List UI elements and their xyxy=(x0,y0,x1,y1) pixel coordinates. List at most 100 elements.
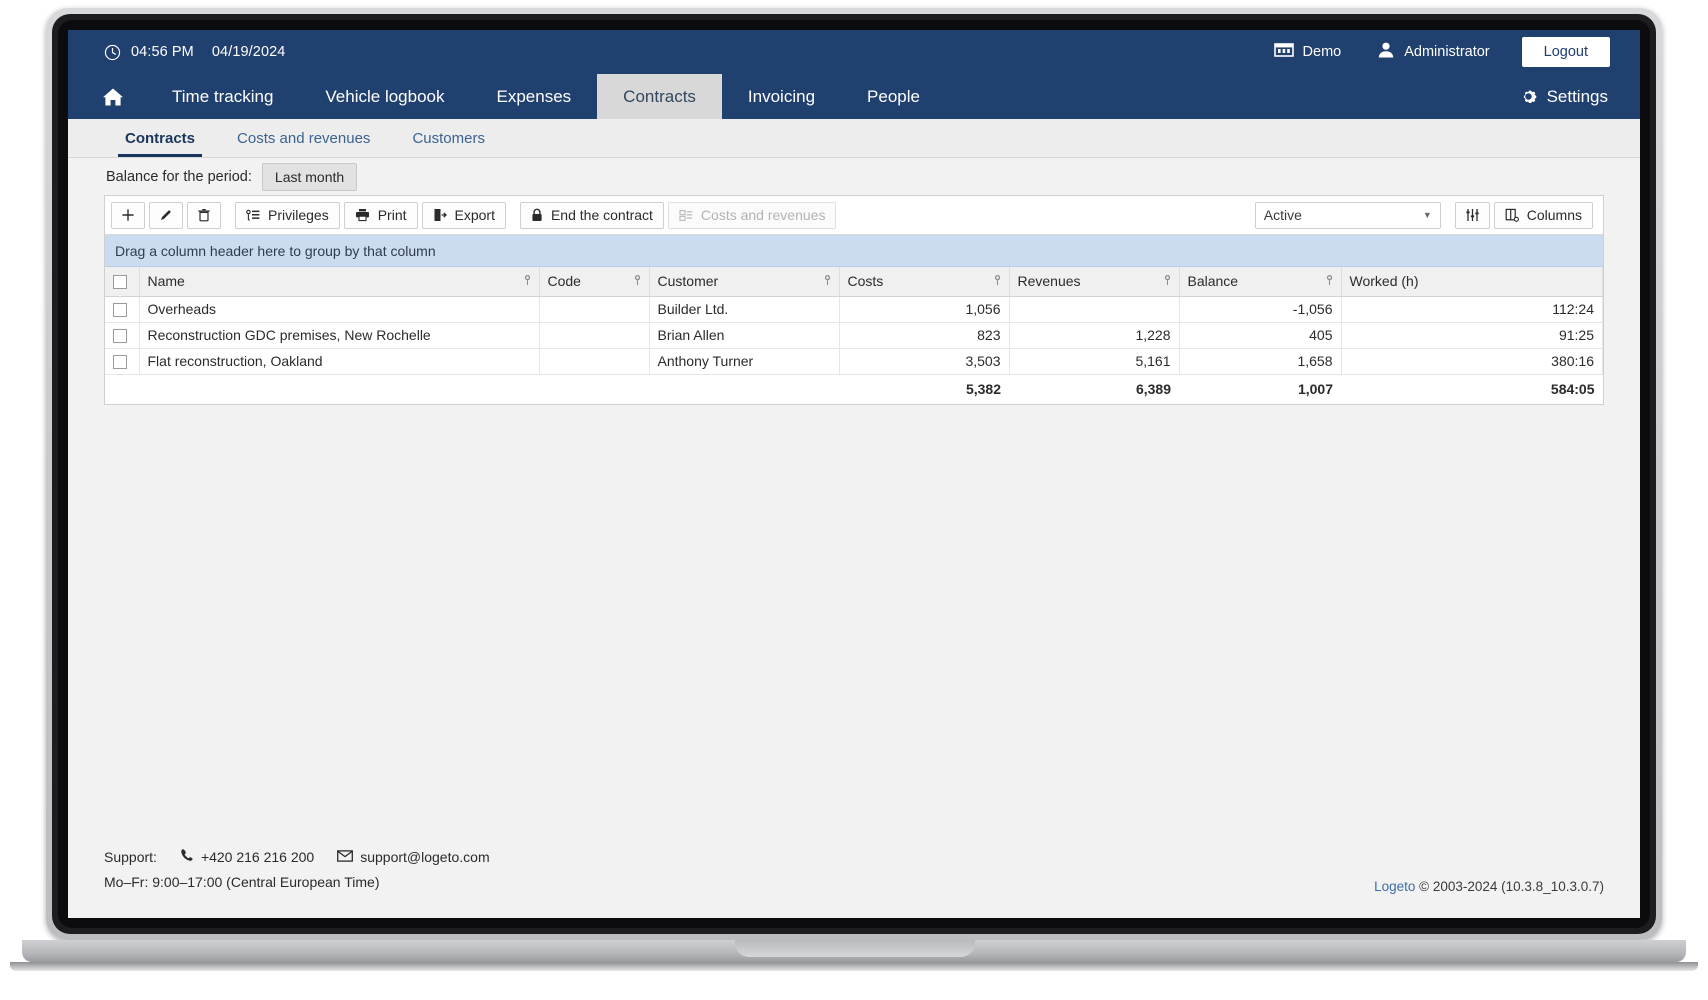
total-code xyxy=(539,374,649,404)
edit-button[interactable] xyxy=(149,202,183,229)
column-header-code[interactable]: Code xyxy=(539,267,649,296)
column-header-costs[interactable]: Costs xyxy=(839,267,1009,296)
laptop-base-shadow xyxy=(10,962,1698,971)
cell-customer: Anthony Turner xyxy=(649,348,839,374)
laptop-base-lip xyxy=(735,940,975,957)
select-all-checkbox[interactable] xyxy=(113,275,127,289)
home-icon xyxy=(102,87,124,107)
brand-link[interactable]: Logeto xyxy=(1374,879,1415,894)
table-body: Overheads Builder Ltd. 1,056 -1,056 112:… xyxy=(105,296,1603,404)
mail-icon xyxy=(337,845,353,870)
cell-balance: 1,658 xyxy=(1179,348,1341,374)
nav-item-settings[interactable]: Settings xyxy=(1519,74,1608,119)
sliders-icon xyxy=(1465,208,1480,222)
user-menu[interactable]: Administrator xyxy=(1359,41,1507,63)
grid-toolbar: Privileges Print xyxy=(105,196,1603,235)
total-worked: 584:05 xyxy=(1341,374,1603,404)
user-name: Administrator xyxy=(1404,44,1489,60)
logout-button[interactable]: Logout xyxy=(1522,37,1610,67)
export-button[interactable]: Export xyxy=(422,202,506,229)
costs-revenues-button: Costs and revenues xyxy=(668,202,837,229)
row-select-cell[interactable] xyxy=(105,322,139,348)
column-header-balance[interactable]: Balance xyxy=(1179,267,1341,296)
support-hours: Mo–Fr: 9:00–17:00 (Central European Time… xyxy=(104,870,490,895)
cell-revenues xyxy=(1009,296,1179,322)
column-header-code-label: Code xyxy=(548,273,581,289)
user-icon xyxy=(1377,41,1395,63)
filter-icon[interactable] xyxy=(992,273,1003,289)
cell-revenues: 1,228 xyxy=(1009,322,1179,348)
nav-item-invoicing[interactable]: Invoicing xyxy=(722,74,841,119)
costs-revenues-icon xyxy=(679,209,693,222)
cell-worked: 380:16 xyxy=(1341,348,1603,374)
column-header-customer[interactable]: Customer xyxy=(649,267,839,296)
column-header-costs-label: Costs xyxy=(848,273,884,289)
clock-icon xyxy=(104,44,121,61)
privileges-button[interactable]: Privileges xyxy=(235,202,340,229)
cell-worked: 112:24 xyxy=(1341,296,1603,322)
print-button[interactable]: Print xyxy=(344,202,418,229)
column-header-worked-label: Worked (h) xyxy=(1350,273,1419,289)
row-checkbox[interactable] xyxy=(113,329,127,343)
nav-item-home[interactable] xyxy=(68,74,146,119)
column-header-revenues[interactable]: Revenues xyxy=(1009,267,1179,296)
filter-icon[interactable] xyxy=(822,273,833,289)
cell-revenues: 5,161 xyxy=(1009,348,1179,374)
contracts-table: Name Code xyxy=(105,267,1603,404)
filter-icon[interactable] xyxy=(1162,273,1173,289)
nav-item-contracts[interactable]: Contracts xyxy=(597,74,722,119)
nav-item-expenses[interactable]: Expenses xyxy=(471,74,598,119)
add-button[interactable] xyxy=(111,202,145,229)
row-select-cell[interactable] xyxy=(105,296,139,322)
row-checkbox[interactable] xyxy=(113,355,127,369)
table-header-row: Name Code xyxy=(105,267,1603,296)
grid-settings-button[interactable] xyxy=(1455,202,1490,229)
column-header-name[interactable]: Name xyxy=(139,267,539,296)
filter-icon[interactable] xyxy=(1324,273,1335,289)
subnav-item-customers[interactable]: Customers xyxy=(391,119,506,157)
column-header-revenues-label: Revenues xyxy=(1018,273,1081,289)
columns-button[interactable]: Columns xyxy=(1494,202,1593,229)
footer-support: Support: +420 216 216 200 xyxy=(104,845,490,894)
content-area: Privileges Print xyxy=(68,195,1640,405)
app-topbar: 04:56 PM 04/19/2024 Demo xyxy=(68,30,1640,74)
delete-button[interactable] xyxy=(187,202,221,229)
phone-icon xyxy=(180,845,194,870)
sub-navigation: Contracts Costs and revenues Customers xyxy=(68,119,1640,158)
footer-contact-row: Support: +420 216 216 200 xyxy=(104,845,490,870)
column-header-worked[interactable]: Worked (h) xyxy=(1341,267,1603,296)
column-header-name-label: Name xyxy=(148,273,185,289)
total-name xyxy=(139,374,539,404)
table-row[interactable]: Reconstruction GDC premises, New Rochell… xyxy=(105,322,1603,348)
end-contract-label: End the contract xyxy=(551,207,653,223)
cell-balance: 405 xyxy=(1179,322,1341,348)
cell-worked: 91:25 xyxy=(1341,322,1603,348)
balance-period-selector[interactable]: Last month xyxy=(262,163,357,191)
nav-item-time-tracking[interactable]: Time tracking xyxy=(146,74,299,119)
group-by-bar[interactable]: Drag a column header here to group by th… xyxy=(105,235,1603,267)
end-contract-button[interactable]: End the contract xyxy=(520,202,664,229)
table-row[interactable]: Overheads Builder Ltd. 1,056 -1,056 112:… xyxy=(105,296,1603,322)
row-checkbox[interactable] xyxy=(113,303,127,317)
support-email[interactable]: support@logeto.com xyxy=(360,845,489,870)
status-filter-value: Active xyxy=(1264,207,1302,223)
company-selector[interactable]: Demo xyxy=(1256,42,1360,62)
settings-label: Settings xyxy=(1547,87,1608,107)
privileges-label: Privileges xyxy=(268,207,329,223)
subnav-item-costs-and-revenues[interactable]: Costs and revenues xyxy=(216,119,391,157)
select-all-header[interactable] xyxy=(105,267,139,296)
nav-item-people[interactable]: People xyxy=(841,74,946,119)
status-filter-select[interactable]: Active ▼ xyxy=(1255,202,1441,229)
row-select-cell[interactable] xyxy=(105,348,139,374)
total-blank-check xyxy=(105,374,139,404)
filter-icon[interactable] xyxy=(522,273,533,289)
nav-item-vehicle-logbook[interactable]: Vehicle logbook xyxy=(299,74,470,119)
cell-balance: -1,056 xyxy=(1179,296,1341,322)
filter-icon[interactable] xyxy=(632,273,643,289)
column-header-customer-label: Customer xyxy=(658,273,719,289)
table-row[interactable]: Flat reconstruction, Oakland Anthony Tur… xyxy=(105,348,1603,374)
app-screen: 04:56 PM 04/19/2024 Demo xyxy=(68,30,1640,918)
subnav-item-contracts[interactable]: Contracts xyxy=(104,119,216,157)
cell-name: Flat reconstruction, Oakland xyxy=(139,348,539,374)
balance-period-bar: Balance for the period: Last month xyxy=(68,158,1640,195)
